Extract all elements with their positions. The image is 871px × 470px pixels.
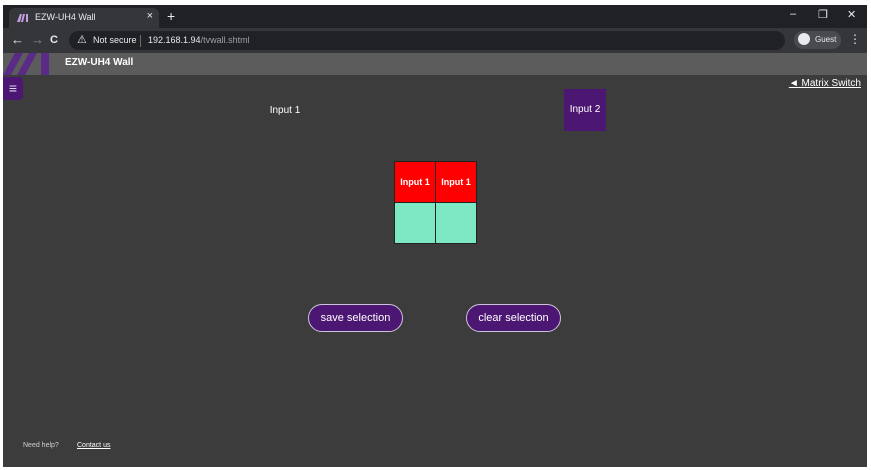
- wall-cell-1[interactable]: Input 1: [395, 162, 435, 202]
- security-status[interactable]: Not secure: [93, 35, 137, 45]
- contact-us-link[interactable]: Contact us: [77, 442, 110, 449]
- tab-close-icon[interactable]: ×: [147, 10, 153, 22]
- browser-tab[interactable]: EZW-UH4 Wall ×: [9, 8, 159, 28]
- browser-menu-icon[interactable]: ⋮: [849, 32, 861, 46]
- user-avatar-icon: [798, 33, 810, 45]
- reload-icon[interactable]: C: [50, 34, 58, 46]
- warning-icon[interactable]: ⚠: [77, 33, 87, 46]
- matrix-switch-link[interactable]: ◄ Matrix Switch: [789, 78, 861, 89]
- new-tab-icon[interactable]: +: [167, 8, 175, 24]
- save-selection-button[interactable]: save selection: [308, 304, 403, 332]
- input-2-source[interactable]: Input 2: [564, 89, 606, 131]
- avi-favicon-icon: [17, 14, 28, 22]
- input-1-source[interactable]: Input 1: [263, 102, 307, 120]
- forward-icon[interactable]: →: [31, 32, 44, 47]
- back-icon[interactable]: ←: [11, 32, 24, 47]
- app-title: EZW-UH4 Wall: [65, 57, 134, 68]
- wall-cell-3[interactable]: [395, 203, 435, 243]
- url-host: 192.168.1.94: [148, 35, 201, 45]
- tab-strip: EZW-UH4 Wall × + – ❐ ✕: [3, 5, 867, 28]
- url-path: /tvwall.shtml: [200, 35, 250, 45]
- wall-cell-2[interactable]: Input 1: [436, 162, 476, 202]
- url-text[interactable]: 192.168.1.94/tvwall.shtml: [148, 35, 250, 45]
- avi-logo-icon: [3, 53, 49, 75]
- tab-title: EZW-UH4 Wall: [35, 12, 96, 22]
- browser-window: EZW-UH4 Wall × + – ❐ ✕ ← → C ⚠ Not secur…: [3, 5, 867, 467]
- address-bar: ← → C ⚠ Not secure 192.168.1.94/tvwall.s…: [3, 28, 867, 53]
- hamburger-menu-icon[interactable]: ≡: [3, 77, 23, 100]
- restore-icon[interactable]: ❐: [818, 8, 828, 21]
- wall-cell-4[interactable]: [436, 203, 476, 243]
- profile-label: Guest: [815, 35, 837, 44]
- profile-button[interactable]: Guest: [794, 31, 841, 49]
- close-window-icon[interactable]: ✕: [847, 8, 856, 21]
- video-wall-grid: Input 1 Input 1: [394, 161, 477, 244]
- help-text: Need help?: [23, 442, 59, 449]
- app-header: EZW-UH4 Wall: [3, 53, 867, 75]
- minimize-icon[interactable]: –: [790, 8, 796, 20]
- url-omnibox[interactable]: ⚠ Not secure 192.168.1.94/tvwall.shtml: [69, 31, 785, 50]
- clear-selection-button[interactable]: clear selection: [466, 304, 561, 332]
- omnibox-divider: [140, 35, 141, 47]
